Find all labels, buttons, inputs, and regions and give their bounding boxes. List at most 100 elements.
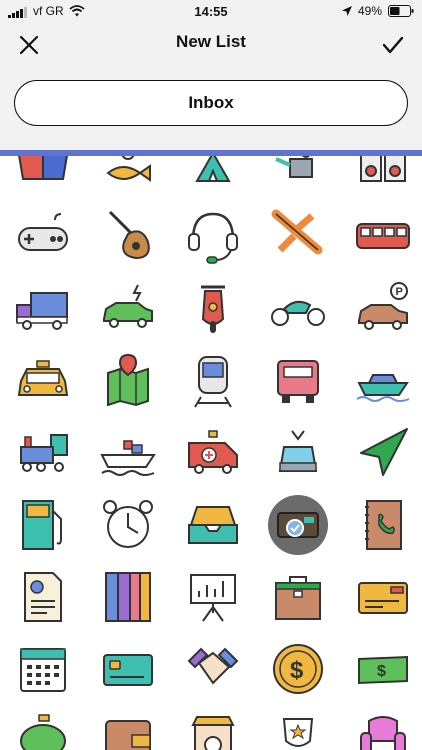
icon-cell[interactable]: $: [345, 634, 421, 704]
icon-cell[interactable]: [90, 346, 166, 416]
icon-cell[interactable]: [175, 706, 251, 750]
navigation-arrow-icon: [360, 428, 408, 476]
icon-cell[interactable]: [90, 418, 166, 488]
icon-cell[interactable]: [5, 490, 81, 560]
id-card-icon: [277, 512, 319, 538]
icon-cell[interactable]: [345, 201, 421, 271]
icon-cell[interactable]: P: [345, 274, 421, 344]
airplane-icon: [271, 209, 323, 255]
parking-car-icon: P: [358, 282, 408, 330]
bank-card-icon: [103, 654, 153, 686]
inbox-tray-icon: [188, 506, 238, 544]
checkmark-icon: [382, 36, 404, 54]
icon-cell[interactable]: [90, 490, 166, 560]
status-time: 14:55: [194, 3, 228, 19]
alarm-clock-icon: [103, 500, 153, 548]
page-title: New List: [176, 32, 246, 51]
cable-car-icon: [278, 430, 318, 472]
icon-cell[interactable]: [5, 706, 81, 750]
gamepad-icon: [18, 213, 68, 251]
binders-icon: [105, 572, 151, 622]
boat-icon: [356, 374, 410, 402]
icon-cell[interactable]: [5, 201, 81, 271]
icon-cell[interactable]: [90, 562, 166, 632]
icon-cell[interactable]: [5, 562, 81, 632]
electric-car-icon: [103, 284, 153, 328]
dollar-coin-icon: $: [273, 644, 323, 694]
calendar-icon: [20, 648, 66, 692]
icon-cell[interactable]: [260, 346, 336, 416]
icon-cell[interactable]: [90, 706, 166, 750]
scooter-icon: [201, 285, 225, 333]
map-icon: [107, 353, 149, 407]
wallet-icon: [105, 720, 151, 750]
icon-cell[interactable]: [175, 274, 251, 344]
fish-icon: [106, 156, 151, 182]
icon-cell[interactable]: [345, 490, 421, 560]
icon-cell[interactable]: [175, 346, 251, 416]
icon-cell[interactable]: [260, 490, 336, 560]
icon-cell[interactable]: $: [260, 634, 336, 704]
bus-icon: [356, 223, 410, 249]
phone-book-icon: [365, 500, 402, 550]
presentation-board-icon: [190, 574, 236, 622]
credit-card-icon: [358, 582, 408, 614]
piggy-bank-icon: [20, 714, 66, 750]
safe-icon: [191, 716, 235, 750]
icon-cell[interactable]: [175, 634, 251, 704]
fuel-pump-icon: [22, 500, 62, 550]
icon-cell[interactable]: [175, 562, 251, 632]
icon-cell[interactable]: [260, 418, 336, 488]
icon-cell[interactable]: [345, 562, 421, 632]
svg-text:$: $: [377, 663, 386, 680]
icon-cell[interactable]: [260, 156, 336, 196]
status-bar: vf GR 14:55 49%: [0, 0, 422, 22]
svg-text:P: P: [396, 286, 403, 298]
briefcase-icon: [275, 576, 321, 620]
icon-cell[interactable]: [175, 418, 251, 488]
icon-cell[interactable]: [90, 274, 166, 344]
ambulance-icon: [188, 430, 238, 474]
icon-cell[interactable]: [260, 706, 336, 750]
guitar-icon: [108, 210, 150, 260]
icon-cell[interactable]: [5, 274, 81, 344]
watering-can-icon: [275, 156, 313, 178]
icon-cell[interactable]: [5, 418, 81, 488]
armchair-icon: [360, 716, 406, 750]
icon-cell[interactable]: [175, 490, 251, 560]
icon-cell[interactable]: [345, 706, 421, 750]
icon-cell[interactable]: [260, 562, 336, 632]
icon-cell[interactable]: [90, 156, 166, 196]
motorcycle-icon: [271, 300, 325, 326]
document-chart-icon: [24, 572, 62, 622]
done-button[interactable]: [378, 30, 408, 60]
icon-cell[interactable]: [90, 634, 166, 704]
steam-train-icon: [20, 434, 68, 472]
svg-text:$: $: [290, 657, 304, 684]
icon-cell[interactable]: [175, 201, 251, 271]
icon-cell[interactable]: [345, 418, 421, 488]
banknote-icon: $: [358, 655, 408, 685]
headset-icon: [188, 212, 238, 264]
icon-cell[interactable]: [175, 156, 251, 196]
trophy-icon: [282, 718, 314, 747]
lorry-icon: [277, 360, 319, 403]
handshake-icon: [187, 647, 239, 685]
icon-cell[interactable]: [260, 274, 336, 344]
header: New List Inbox: [0, 22, 422, 150]
icon-cell[interactable]: [260, 201, 336, 271]
cargo-ship-icon: [100, 440, 156, 476]
tent-icon: [195, 156, 231, 182]
train-icon: [194, 356, 232, 408]
truck-icon: [16, 292, 68, 330]
icon-cell[interactable]: [345, 346, 421, 416]
icon-cell[interactable]: [345, 156, 421, 196]
icon-cell[interactable]: [90, 201, 166, 271]
icon-cell[interactable]: [5, 634, 81, 704]
bowl-icon: [18, 156, 68, 180]
icon-cell[interactable]: [5, 156, 81, 196]
icon-grid: P $ $: [0, 156, 422, 750]
taxi-icon: [17, 360, 69, 396]
icon-cell[interactable]: [5, 346, 81, 416]
list-name-field[interactable]: Inbox: [14, 80, 408, 126]
